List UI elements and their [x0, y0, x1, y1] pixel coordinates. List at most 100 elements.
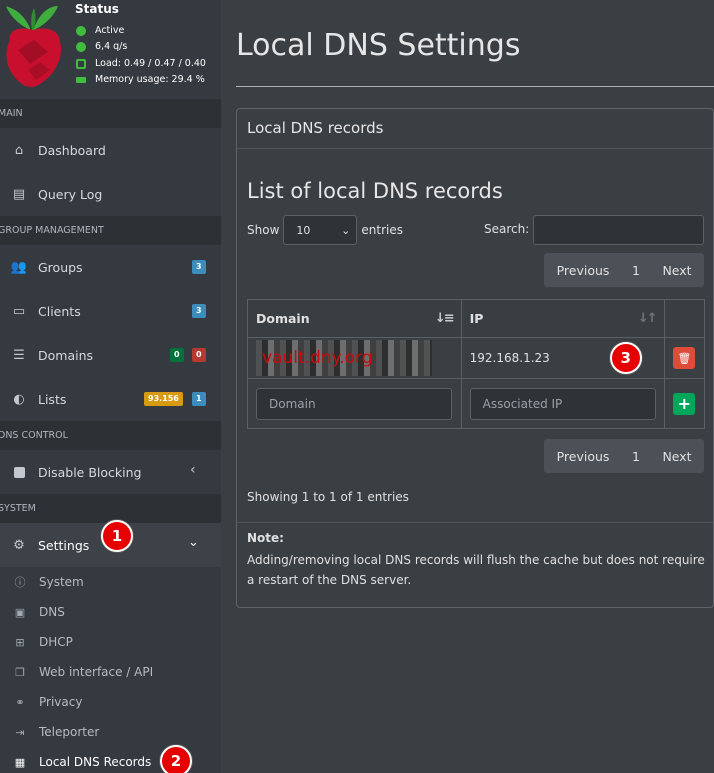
page-title: Local DNS Settings	[236, 28, 521, 63]
sidebar-subitem-teleporter[interactable]: ⇥ Teleporter	[0, 717, 221, 747]
next-button[interactable]: Next	[650, 263, 704, 278]
shield-icon: ◐	[13, 391, 25, 407]
gauge-icon	[76, 41, 86, 52]
section-dns-control: DNS CONTROL	[0, 421, 221, 450]
note-title: Note:	[247, 531, 284, 545]
sidebar-subitem-label: System	[39, 575, 84, 589]
search-label: Search:	[484, 222, 530, 236]
local-dns-card: Local DNS records List of local DNS reco…	[236, 108, 714, 608]
sidebar-item-domains[interactable]: ☰ Domains 0 0	[0, 333, 221, 377]
next-button[interactable]: Next	[650, 449, 704, 464]
domains-deny-badge: 0	[192, 348, 206, 362]
ip-value: 192.168.1.23	[469, 351, 550, 365]
sidebar-subitem-system[interactable]: ⓘ System	[0, 567, 221, 597]
section-group-management: GROUP MANAGEMENT	[0, 216, 221, 245]
page-1-button[interactable]: 1	[622, 449, 650, 464]
title-divider	[236, 86, 714, 87]
sort-icon: ↓↑	[637, 311, 658, 326]
sidebar-item-label: Disable Blocking	[38, 464, 142, 480]
sidebar-item-label: Lists	[38, 391, 67, 407]
show-label: Show	[247, 223, 280, 237]
main-content: Local DNS Settings Local DNS records Lis…	[221, 0, 714, 773]
column-header-ip[interactable]: IP ↓↑	[460, 299, 665, 338]
pagination-top: Previous 1 Next	[544, 253, 704, 287]
sidebar-subitem-web-api[interactable]: ❐ Web interface / API	[0, 657, 221, 687]
lists-domains-badge: 93.156	[144, 392, 183, 406]
home-icon: ⌂	[14, 142, 24, 158]
sidebar-item-label: Clients	[38, 303, 81, 319]
export-icon: ⇥	[15, 725, 25, 739]
delete-record-button[interactable]: 🗑	[673, 347, 696, 369]
sidebar-item-dashboard[interactable]: ⌂ Dashboard	[0, 128, 221, 172]
table-info: Showing 1 to 1 of 1 entries	[247, 490, 409, 504]
page-1-button[interactable]: 1	[622, 263, 650, 278]
sidebar-item-label: Domains	[38, 347, 94, 363]
groups-count-badge: 3	[192, 260, 206, 274]
column-header-label: IP	[469, 311, 484, 326]
info-icon: ⓘ	[14, 576, 26, 589]
cell-action: 🗑	[663, 337, 706, 379]
search-input[interactable]	[533, 215, 704, 245]
cell-ip-input: Associated IP	[460, 378, 665, 429]
annotation-marker-3: 3	[609, 342, 642, 374]
users-icon: 👥	[10, 259, 28, 275]
status-title: Status	[75, 2, 119, 16]
note-text: Adding/removing local DNS records will f…	[247, 553, 705, 587]
status-load-text: Load: 0.49 / 0.47 / 0.40	[95, 58, 206, 69]
section-main: MAIN	[0, 99, 221, 128]
sidebar-item-query-log[interactable]: ▤ Query Log	[0, 172, 221, 216]
cpu-icon	[76, 58, 86, 69]
section-system: SYSTEM	[0, 494, 221, 523]
entries-label: entries	[361, 223, 403, 237]
status-qps: 6,4 q/s	[76, 41, 127, 52]
add-record-button[interactable]: +	[673, 392, 696, 415]
sort-desc-icon: ↓≡	[434, 311, 455, 326]
sidebar-subitem-dhcp[interactable]: ⊞ DHCP	[0, 627, 221, 657]
chevron-left-icon[interactable]: ‹	[190, 462, 196, 478]
file-icon: ▤	[12, 186, 26, 202]
sidebar-item-groups[interactable]: 👥 Groups 3	[0, 245, 221, 289]
sidebar-subitem-privacy[interactable]: ⚭ Privacy	[0, 687, 221, 717]
domain-input[interactable]: Domain	[256, 387, 452, 420]
previous-button[interactable]: Previous	[544, 449, 622, 464]
cell-add: +	[663, 378, 706, 429]
sidebar-item-disable-blocking[interactable]: Disable Blocking ‹	[0, 450, 221, 494]
sidebar-item-settings[interactable]: ⚙ Settings ⌄ 1	[0, 520, 221, 567]
sidebar-item-lists[interactable]: ◐ Lists 93.156 1	[0, 377, 221, 421]
entries-select[interactable]: 10 ⌄	[283, 215, 358, 245]
sidebar-item-label: Dashboard	[38, 142, 106, 158]
app-window: Status Active 6,4 q/s Load: 0.49 / 0.47 …	[0, 0, 714, 773]
sidebar-subitem-local-dns[interactable]: ▦ Local DNS Records 2	[0, 745, 221, 773]
sidebar-subitem-label: Teleporter	[39, 725, 100, 739]
chevron-down-icon[interactable]: ⌄	[188, 535, 199, 550]
column-header-actions	[663, 299, 706, 338]
column-header-label: Domain	[256, 311, 310, 326]
sidebar-item-label: Settings	[38, 537, 90, 553]
laptop-icon: ▭	[12, 303, 26, 319]
chevron-down-icon: ⌄	[341, 223, 351, 237]
settings-submenu: ⓘ System ▣ DNS ⊞ DHCP ❐ Web interface / …	[0, 567, 221, 773]
sidebar-subitem-label: Local DNS Records	[39, 755, 152, 769]
sidebar-item-label: Groups	[38, 259, 83, 275]
previous-button[interactable]: Previous	[544, 263, 622, 278]
trash-icon: 🗑	[677, 351, 692, 365]
domains-allow-badge: 0	[170, 348, 184, 362]
length-control: Show 10 ⌄ entries	[247, 215, 403, 245]
column-header-domain[interactable]: Domain ↓≡	[247, 299, 462, 338]
raspberry-pi-logo[interactable]	[0, 0, 66, 90]
window-icon: ❐	[15, 665, 25, 679]
redacted-domain: vault.dny.org	[256, 340, 432, 376]
sidebar-subitem-dns[interactable]: ▣ DNS	[0, 597, 221, 627]
sidebar-subitem-label: Web interface / API	[39, 665, 154, 679]
list-icon: ☰	[13, 347, 25, 363]
stop-icon	[10, 463, 28, 481]
status-qps-text: 6,4 q/s	[95, 41, 128, 52]
status-active-text: Active	[95, 25, 125, 36]
sidebar-item-clients[interactable]: ▭ Clients 3	[0, 289, 221, 333]
ip-input[interactable]: Associated IP	[469, 387, 656, 420]
sidebar-item-label: Query Log	[38, 186, 103, 202]
annotation-marker-2: 2	[160, 745, 192, 773]
status-memory-text: Memory usage: 29.4 %	[95, 74, 205, 85]
list-title: List of local DNS records	[247, 179, 503, 203]
server-icon: ▣	[14, 605, 26, 619]
